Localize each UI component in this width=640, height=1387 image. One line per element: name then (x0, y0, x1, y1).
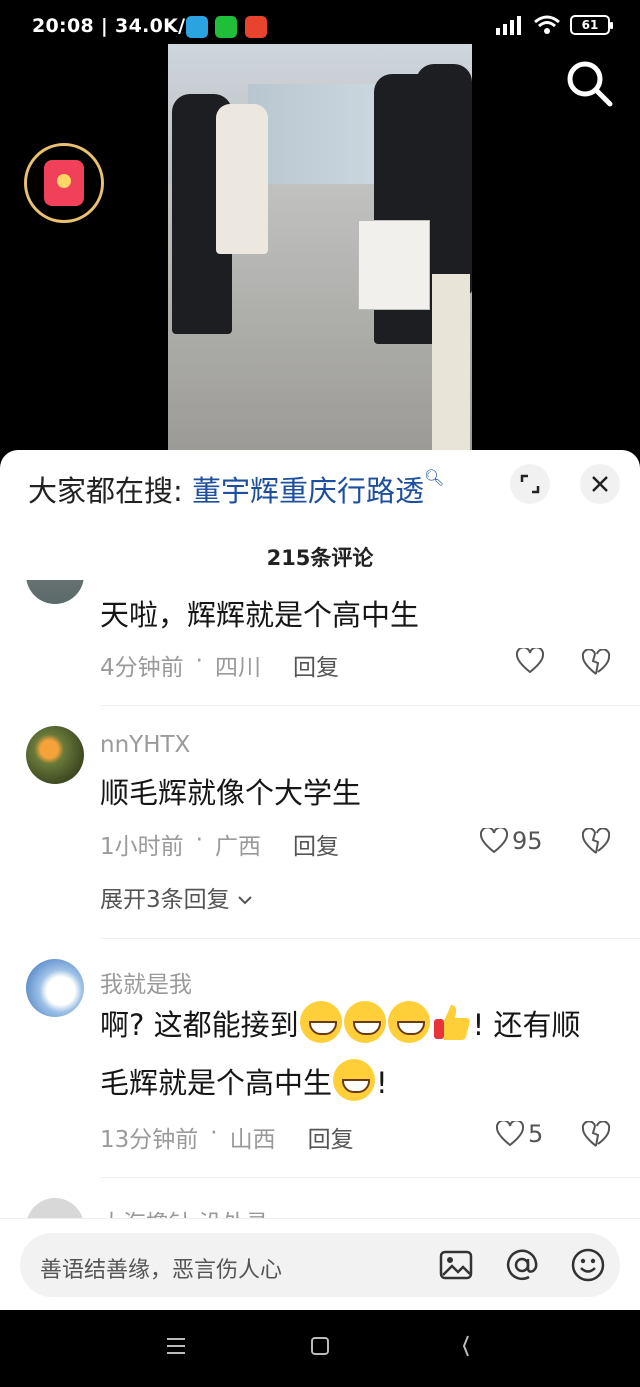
reply-button[interactable]: 回复 (293, 648, 339, 682)
status-right: 61 (494, 14, 613, 36)
wifi-icon (534, 15, 560, 34)
heart-icon (516, 648, 544, 674)
hot-search-prefix: 大家都在搜: (28, 474, 192, 508)
divider (100, 938, 640, 939)
image-icon[interactable] (438, 1247, 474, 1283)
menu-icon[interactable] (166, 1336, 186, 1356)
system-navigation-bar (0, 1310, 640, 1387)
like-count: 95 (512, 827, 543, 855)
video-person (432, 274, 470, 450)
comment-input[interactable]: 善语结善缘，恶言伤人心 (20, 1233, 620, 1297)
comment-time: 13分钟前 (100, 1127, 199, 1153)
meta-separator: · (195, 827, 203, 853)
comment-username[interactable]: nnYHTX (100, 732, 190, 758)
iqiyi-icon (215, 16, 237, 38)
grin-emoji-icon (333, 1059, 376, 1101)
laughing-emoji-icon (299, 1001, 342, 1043)
comment-input-placeholder: 善语结善缘，恶言伤人心 (40, 1258, 283, 1283)
comment-input-bar: 善语结善缘，恶言伤人心 (0, 1218, 640, 1310)
comment-sheet: 大家都在搜: 董宇辉重庆行路透🔍︎ 215条评论 天啦，辉辉就是个高中生 4分钟… (0, 450, 640, 1310)
like-count: 5 (528, 1120, 544, 1148)
video-player[interactable] (168, 44, 472, 450)
emoji-icon[interactable] (570, 1247, 606, 1283)
home-icon[interactable] (310, 1336, 330, 1356)
like-button[interactable]: 95 (480, 827, 543, 855)
avatar[interactable] (26, 959, 84, 1017)
back-icon[interactable] (456, 1334, 476, 1358)
expand-icon (520, 474, 540, 494)
thumbs-up-emoji-icon (433, 1005, 470, 1040)
expand-replies-button[interactable]: 展开3条回复 (100, 880, 253, 914)
dislike-icon[interactable] (582, 1121, 610, 1149)
mention-icon[interactable] (504, 1247, 540, 1283)
comment-location: 山西 (229, 1127, 276, 1153)
dislike-icon[interactable] (582, 649, 610, 677)
battery-icon: 61 (570, 15, 613, 35)
divider (100, 1177, 640, 1178)
reply-button[interactable]: 回复 (293, 827, 339, 861)
reply-button[interactable]: 回复 (308, 1120, 354, 1154)
status-time: 20:08 | 34.0K/s (32, 15, 197, 37)
heart-icon (480, 828, 508, 854)
comment-meta: 4分钟前 · 四川 回复 (100, 648, 339, 682)
chevron-down-icon (238, 896, 252, 905)
comment-meta: 13分钟前 · 山西 回复 (100, 1120, 354, 1154)
search-icon[interactable] (562, 56, 616, 110)
like-button[interactable]: 5 (496, 1120, 543, 1148)
signal-icon (496, 16, 521, 35)
meta-separator: · (210, 1120, 218, 1146)
app-notification-icon (245, 16, 267, 38)
hot-search-bar[interactable]: 大家都在搜: 董宇辉重庆行路透🔍︎ (28, 468, 444, 510)
video-person (216, 104, 268, 254)
comment-username[interactable]: 我就是我 (100, 965, 192, 999)
comment-time: 1小时前 (100, 834, 184, 860)
close-icon (592, 476, 608, 492)
video-shopping-bag (358, 220, 430, 310)
comment-text: 天啦，辉辉就是个高中生 (100, 598, 420, 632)
comment-location: 广西 (214, 834, 261, 860)
like-button[interactable] (516, 648, 548, 674)
grin-emoji-icon (387, 1001, 430, 1043)
expand-replies-label: 展开3条回复 (100, 887, 230, 913)
comment-text-part: 啊? 这都能接到 (100, 1008, 299, 1042)
telegram-icon (186, 16, 208, 38)
comment-time: 4分钟前 (100, 655, 184, 681)
comment-text-part: ! 还有顺 (472, 1008, 581, 1042)
avatar[interactable] (26, 726, 84, 784)
laughing-emoji-icon (343, 1001, 386, 1043)
red-envelope-icon (44, 160, 84, 206)
meta-separator: · (195, 648, 203, 674)
comment-meta: 1小时前 · 广西 回复 (100, 827, 339, 861)
comment-text-part: ! (376, 1066, 388, 1100)
hot-search-term[interactable]: 董宇辉重庆行路透 (192, 474, 424, 508)
divider (100, 705, 640, 706)
comment-location: 四川 (214, 655, 261, 681)
comment-text: 啊? 这都能接到 ! 还有顺 毛辉就是个高中生! (100, 996, 620, 1112)
comment-text-part: 毛辉就是个高中生 (100, 1066, 333, 1100)
comment-count: 215条评论 (266, 546, 374, 570)
small-search-icon: 🔍︎ (424, 468, 445, 487)
heart-icon (496, 1121, 524, 1147)
comment-text: 顺毛辉就像个大学生 (100, 776, 362, 810)
expand-button[interactable] (510, 464, 550, 504)
dislike-icon[interactable] (582, 828, 610, 856)
close-button[interactable] (580, 464, 620, 504)
red-packet-button[interactable] (24, 143, 104, 223)
